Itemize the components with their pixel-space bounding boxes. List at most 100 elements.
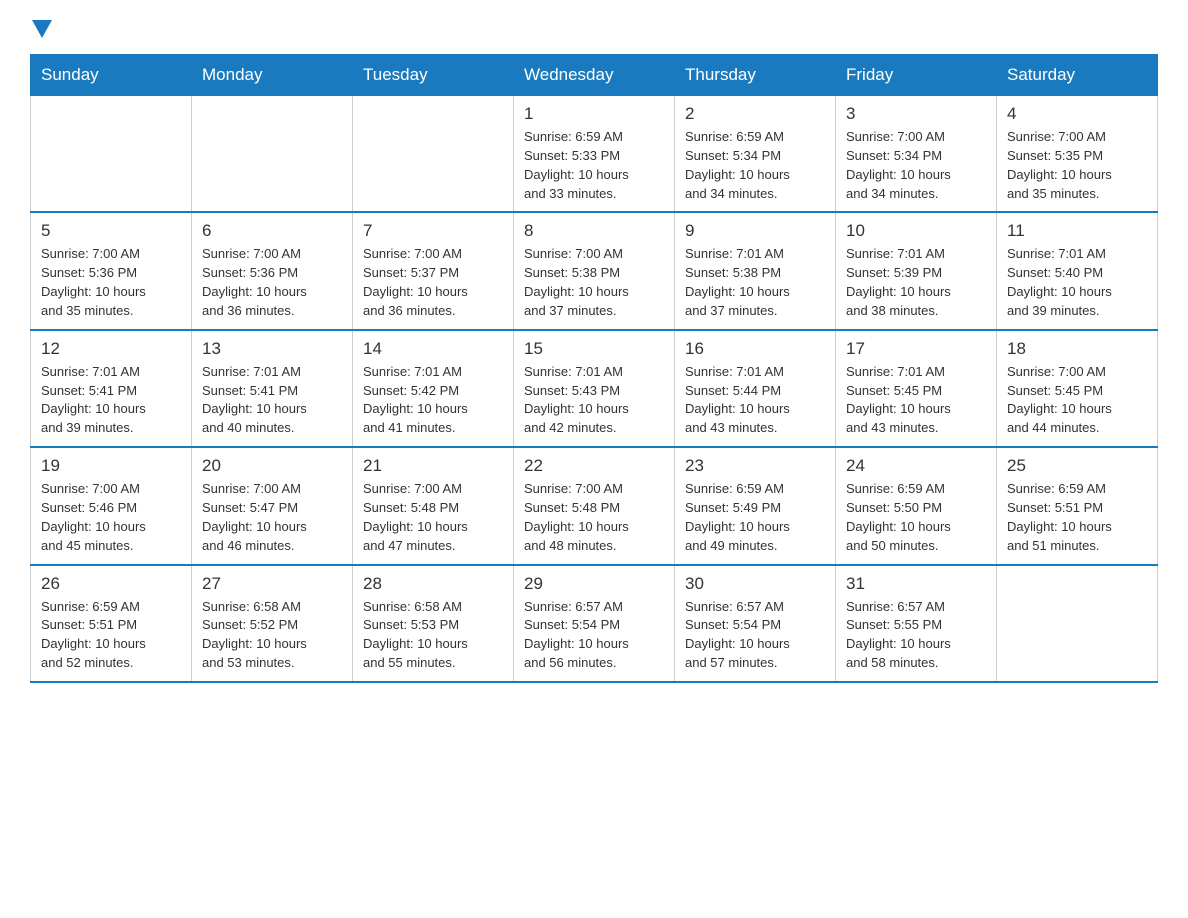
calendar-cell: 9 Sunrise: 7:01 AM Sunset: 5:38 PM Daylig… <box>675 212 836 329</box>
day-number: 13 <box>202 339 342 359</box>
day-number: 31 <box>846 574 986 594</box>
day-info: Sunrise: 7:01 AM Sunset: 5:42 PM Dayligh… <box>363 363 503 438</box>
calendar-cell: 28 Sunrise: 6:58 AM Sunset: 5:53 PM Dayli… <box>353 565 514 682</box>
day-number: 6 <box>202 221 342 241</box>
day-number: 27 <box>202 574 342 594</box>
day-number: 1 <box>524 104 664 124</box>
calendar-cell: 20 Sunrise: 7:00 AM Sunset: 5:47 PM Dayli… <box>192 447 353 564</box>
day-info: Sunrise: 6:59 AM Sunset: 5:51 PM Dayligh… <box>41 598 181 673</box>
day-info: Sunrise: 7:00 AM Sunset: 5:46 PM Dayligh… <box>41 480 181 555</box>
calendar-cell <box>353 96 514 213</box>
calendar-cell: 31 Sunrise: 6:57 AM Sunset: 5:55 PM Dayli… <box>836 565 997 682</box>
day-info: Sunrise: 7:00 AM Sunset: 5:45 PM Dayligh… <box>1007 363 1147 438</box>
calendar-cell: 10 Sunrise: 7:01 AM Sunset: 5:39 PM Dayli… <box>836 212 997 329</box>
day-number: 19 <box>41 456 181 476</box>
page-header <box>30 20 1158 38</box>
column-header-saturday: Saturday <box>997 55 1158 96</box>
calendar-cell: 25 Sunrise: 6:59 AM Sunset: 5:51 PM Dayli… <box>997 447 1158 564</box>
day-number: 24 <box>846 456 986 476</box>
day-info: Sunrise: 7:01 AM Sunset: 5:39 PM Dayligh… <box>846 245 986 320</box>
day-number: 16 <box>685 339 825 359</box>
calendar-cell: 24 Sunrise: 6:59 AM Sunset: 5:50 PM Dayli… <box>836 447 997 564</box>
calendar-cell: 7Sunrise: 7:00 AM Sunset: 5:37 PM Daylig… <box>353 212 514 329</box>
calendar-cell: 16 Sunrise: 7:01 AM Sunset: 5:44 PM Dayli… <box>675 330 836 447</box>
day-number: 21 <box>363 456 503 476</box>
column-header-sunday: Sunday <box>31 55 192 96</box>
day-number: 14 <box>363 339 503 359</box>
calendar-cell: 23 Sunrise: 6:59 AM Sunset: 5:49 PM Dayli… <box>675 447 836 564</box>
calendar-cell: 4 Sunrise: 7:00 AM Sunset: 5:35 PM Daylig… <box>997 96 1158 213</box>
day-info: Sunrise: 6:59 AM Sunset: 5:51 PM Dayligh… <box>1007 480 1147 555</box>
day-number: 30 <box>685 574 825 594</box>
calendar-cell: 29 Sunrise: 6:57 AM Sunset: 5:54 PM Dayli… <box>514 565 675 682</box>
calendar-cell: 15Sunrise: 7:01 AM Sunset: 5:43 PM Dayli… <box>514 330 675 447</box>
day-number: 11 <box>1007 221 1147 241</box>
day-number: 15 <box>524 339 664 359</box>
calendar-week-row: 12 Sunrise: 7:01 AM Sunset: 5:41 PM Dayli… <box>31 330 1158 447</box>
day-info: Sunrise: 7:01 AM Sunset: 5:44 PM Dayligh… <box>685 363 825 438</box>
calendar-cell: 11 Sunrise: 7:01 AM Sunset: 5:40 PM Dayli… <box>997 212 1158 329</box>
day-number: 25 <box>1007 456 1147 476</box>
calendar-cell: 17 Sunrise: 7:01 AM Sunset: 5:45 PM Dayli… <box>836 330 997 447</box>
calendar-cell: 18Sunrise: 7:00 AM Sunset: 5:45 PM Dayli… <box>997 330 1158 447</box>
day-number: 22 <box>524 456 664 476</box>
day-info: Sunrise: 6:57 AM Sunset: 5:54 PM Dayligh… <box>524 598 664 673</box>
day-info: Sunrise: 7:01 AM Sunset: 5:45 PM Dayligh… <box>846 363 986 438</box>
day-info: Sunrise: 6:57 AM Sunset: 5:54 PM Dayligh… <box>685 598 825 673</box>
day-number: 10 <box>846 221 986 241</box>
day-number: 7 <box>363 221 503 241</box>
column-header-tuesday: Tuesday <box>353 55 514 96</box>
day-number: 9 <box>685 221 825 241</box>
day-number: 23 <box>685 456 825 476</box>
day-info: Sunrise: 7:00 AM Sunset: 5:34 PM Dayligh… <box>846 128 986 203</box>
day-number: 28 <box>363 574 503 594</box>
day-info: Sunrise: 6:57 AM Sunset: 5:55 PM Dayligh… <box>846 598 986 673</box>
column-header-thursday: Thursday <box>675 55 836 96</box>
calendar-cell <box>31 96 192 213</box>
calendar-cell: 14 Sunrise: 7:01 AM Sunset: 5:42 PM Dayli… <box>353 330 514 447</box>
day-info: Sunrise: 7:01 AM Sunset: 5:41 PM Dayligh… <box>41 363 181 438</box>
calendar-week-row: 1 Sunrise: 6:59 AM Sunset: 5:33 PM Daylig… <box>31 96 1158 213</box>
calendar-cell: 1 Sunrise: 6:59 AM Sunset: 5:33 PM Daylig… <box>514 96 675 213</box>
calendar-cell: 8 Sunrise: 7:00 AM Sunset: 5:38 PM Daylig… <box>514 212 675 329</box>
calendar-table: SundayMondayTuesdayWednesdayThursdayFrid… <box>30 54 1158 683</box>
calendar-week-row: 19 Sunrise: 7:00 AM Sunset: 5:46 PM Dayli… <box>31 447 1158 564</box>
day-info: Sunrise: 7:01 AM Sunset: 5:38 PM Dayligh… <box>685 245 825 320</box>
day-number: 8 <box>524 221 664 241</box>
calendar-cell: 19 Sunrise: 7:00 AM Sunset: 5:46 PM Dayli… <box>31 447 192 564</box>
day-number: 20 <box>202 456 342 476</box>
day-info: Sunrise: 6:59 AM Sunset: 5:49 PM Dayligh… <box>685 480 825 555</box>
day-number: 17 <box>846 339 986 359</box>
calendar-cell: 27 Sunrise: 6:58 AM Sunset: 5:52 PM Dayli… <box>192 565 353 682</box>
day-info: Sunrise: 7:00 AM Sunset: 5:36 PM Dayligh… <box>41 245 181 320</box>
day-info: Sunrise: 6:59 AM Sunset: 5:33 PM Dayligh… <box>524 128 664 203</box>
day-info: Sunrise: 6:59 AM Sunset: 5:34 PM Dayligh… <box>685 128 825 203</box>
day-number: 12 <box>41 339 181 359</box>
column-header-friday: Friday <box>836 55 997 96</box>
calendar-cell: 22Sunrise: 7:00 AM Sunset: 5:48 PM Dayli… <box>514 447 675 564</box>
day-info: Sunrise: 6:58 AM Sunset: 5:52 PM Dayligh… <box>202 598 342 673</box>
calendar-cell <box>192 96 353 213</box>
calendar-header-row: SundayMondayTuesdayWednesdayThursdayFrid… <box>31 55 1158 96</box>
calendar-cell: 2 Sunrise: 6:59 AM Sunset: 5:34 PM Daylig… <box>675 96 836 213</box>
calendar-cell: 30 Sunrise: 6:57 AM Sunset: 5:54 PM Dayli… <box>675 565 836 682</box>
calendar-week-row: 26 Sunrise: 6:59 AM Sunset: 5:51 PM Dayli… <box>31 565 1158 682</box>
day-number: 2 <box>685 104 825 124</box>
calendar-cell: 5 Sunrise: 7:00 AM Sunset: 5:36 PM Daylig… <box>31 212 192 329</box>
day-info: Sunrise: 7:01 AM Sunset: 5:40 PM Dayligh… <box>1007 245 1147 320</box>
day-info: Sunrise: 7:00 AM Sunset: 5:47 PM Dayligh… <box>202 480 342 555</box>
calendar-cell: 26 Sunrise: 6:59 AM Sunset: 5:51 PM Dayli… <box>31 565 192 682</box>
day-number: 3 <box>846 104 986 124</box>
calendar-week-row: 5 Sunrise: 7:00 AM Sunset: 5:36 PM Daylig… <box>31 212 1158 329</box>
day-info: Sunrise: 6:58 AM Sunset: 5:53 PM Dayligh… <box>363 598 503 673</box>
day-info: Sunrise: 6:59 AM Sunset: 5:50 PM Dayligh… <box>846 480 986 555</box>
calendar-cell <box>997 565 1158 682</box>
day-info: Sunrise: 7:00 AM Sunset: 5:35 PM Dayligh… <box>1007 128 1147 203</box>
day-info: Sunrise: 7:01 AM Sunset: 5:41 PM Dayligh… <box>202 363 342 438</box>
day-number: 26 <box>41 574 181 594</box>
day-number: 29 <box>524 574 664 594</box>
logo-triangle-icon <box>32 20 52 38</box>
day-info: Sunrise: 7:00 AM Sunset: 5:38 PM Dayligh… <box>524 245 664 320</box>
day-number: 4 <box>1007 104 1147 124</box>
day-number: 5 <box>41 221 181 241</box>
